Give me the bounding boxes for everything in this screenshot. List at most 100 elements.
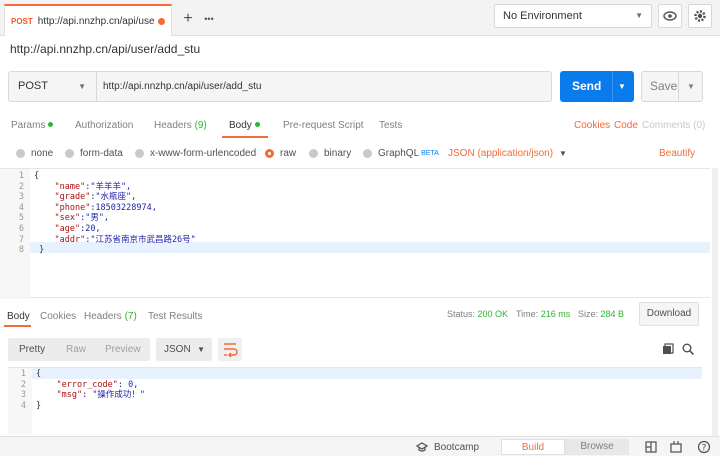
copy-icon[interactable] [662, 343, 674, 355]
keyboard-shortcuts-icon[interactable] [670, 440, 682, 453]
line-number: 8 [18, 245, 24, 256]
code-line: } [36, 401, 41, 412]
code-token: } [36, 400, 42, 411]
time-meta: Time: 216 ms [516, 309, 570, 319]
chevron-down-icon: ▼ [197, 345, 205, 354]
code-token: :"男", [80, 213, 110, 224]
response-headers-count: (7) [124, 311, 137, 322]
code-line: "phone":18503228974, [34, 203, 156, 214]
code-line: { [36, 369, 41, 380]
chevron-down-icon[interactable]: ▼ [618, 71, 626, 102]
size-meta: Size: 284 B [578, 309, 624, 319]
code-token: :"江苏省南京市武昌路26号" [85, 234, 196, 245]
tab-authorization[interactable]: Authorization [75, 120, 133, 131]
chevron-down-icon: ▼ [635, 11, 643, 20]
search-icon[interactable] [682, 343, 694, 355]
tab-pre-request-script[interactable]: Pre-request Script [283, 120, 364, 131]
active-tab-indicator [222, 136, 268, 138]
status-label: Status: [447, 309, 476, 319]
response-tab-headers[interactable]: Headers (7) [84, 311, 137, 322]
beautify-link[interactable]: Beautify [659, 148, 695, 159]
manage-environments-button[interactable] [688, 4, 712, 28]
code-token: "grade" [54, 192, 91, 203]
environment-select[interactable]: No Environment ▼ [494, 4, 652, 28]
radio-binary-label: binary [324, 148, 352, 159]
line-number: 2 [18, 181, 24, 192]
preview-button[interactable]: Preview [105, 344, 141, 355]
tab-url: http://api.nnzhp.cn/api/user/a... [37, 15, 154, 27]
two-pane-view-icon[interactable] [645, 441, 657, 453]
send-button[interactable]: Send ▼ [560, 71, 634, 102]
body-type-options: none form-data x-www-form-urlencoded raw… [0, 145, 720, 165]
bootcamp-link[interactable]: Bootcamp [434, 442, 479, 453]
cookies-link[interactable]: Cookies [574, 120, 610, 131]
beta-badge: BETA [421, 150, 439, 157]
response-headers-label: Headers [84, 311, 122, 322]
response-tab-test-results[interactable]: Test Results [148, 311, 202, 322]
radio-none[interactable]: none [16, 148, 53, 159]
url-input[interactable]: http://api.nnzhp.cn/api/user/add_stu [103, 72, 261, 101]
response-language-select[interactable]: JSON ▼ [156, 338, 212, 361]
build-mode-button[interactable]: Build [501, 439, 565, 455]
code-token: "msg" [56, 390, 83, 401]
radio-icon [309, 149, 318, 158]
code-link[interactable]: Code [614, 120, 638, 131]
raw-button[interactable]: Raw [66, 344, 86, 355]
line-number: 2 [20, 379, 26, 390]
tab-body[interactable]: Body [229, 120, 260, 131]
code-token: } [34, 245, 45, 256]
bootcamp-icon [416, 442, 428, 452]
code-token: : "操作成功！" [82, 390, 146, 401]
code-token: "name" [54, 181, 86, 192]
divider [612, 71, 613, 102]
radio-form-data[interactable]: form-data [65, 148, 123, 159]
radio-binary[interactable]: binary [309, 148, 351, 159]
code-line: "error_code": 0, [36, 380, 138, 391]
line-number: 3 [20, 390, 26, 401]
environment-quick-look-button[interactable] [658, 4, 682, 28]
comments-link[interactable]: Comments (0) [642, 120, 705, 131]
response-body-viewer[interactable]: 1 2 3 4 { "error_code": 0, "msg": "操作成功！"} [8, 367, 702, 434]
radio-raw[interactable]: raw [265, 148, 296, 159]
chevron-down-icon: ▼ [78, 82, 86, 91]
response-format-group: Pretty Raw Preview [8, 338, 150, 361]
response-tab-body[interactable]: Body [7, 311, 30, 322]
response-tabs: Body Cookies Headers (7) Test Results St… [0, 305, 720, 327]
chevron-down-icon: ▼ [559, 149, 567, 158]
current-line-highlight [32, 368, 702, 379]
save-button[interactable]: Save ▼ [641, 71, 703, 102]
line-number: 4 [18, 202, 24, 213]
content-type-select[interactable]: JSON (application/json) ▼ [448, 148, 567, 159]
radio-icon [363, 149, 372, 158]
help-icon[interactable]: ? [697, 440, 711, 454]
scrollbar[interactable] [712, 168, 718, 436]
tab-params[interactable]: Params [11, 120, 54, 131]
browse-mode-button[interactable]: Browse [565, 439, 629, 455]
method-label: POST [18, 80, 48, 92]
pretty-button[interactable]: Pretty [19, 344, 45, 355]
wrap-lines-button[interactable] [218, 338, 242, 361]
headers-count: (9) [194, 120, 207, 131]
download-button[interactable]: Download [639, 302, 699, 326]
response-language-label: JSON [164, 344, 191, 355]
more-tabs-button[interactable]: ••• [199, 10, 219, 30]
radio-graphql[interactable]: GraphQL BETA [363, 148, 439, 159]
status-value: 200 OK [477, 309, 509, 319]
request-body-editor[interactable]: 1 2 3 4 5 6 7 8 { "name":"羊羊羊", "grade":"水瓶座", "… [0, 168, 710, 299]
tab-bar: POST http://api.nnzhp.cn/api/user/a... +… [0, 0, 720, 36]
radio-none-label: none [31, 148, 54, 159]
radio-selected-icon [265, 149, 274, 158]
code-token: { [34, 171, 40, 181]
method-select[interactable]: POST ▼ [9, 72, 97, 101]
radio-graphql-label: GraphQL [378, 148, 420, 159]
response-tab-cookies[interactable]: Cookies [40, 311, 76, 322]
tab-headers[interactable]: Headers (9) [154, 120, 207, 131]
radio-icon [135, 149, 144, 158]
request-tab[interactable]: POST http://api.nnzhp.cn/api/user/a... [4, 4, 172, 36]
tab-tests[interactable]: Tests [379, 120, 402, 131]
radio-urlencoded[interactable]: x-www-form-urlencoded [135, 148, 256, 159]
chevron-down-icon[interactable]: ▼ [687, 72, 695, 101]
add-tab-button[interactable]: + [178, 10, 198, 30]
